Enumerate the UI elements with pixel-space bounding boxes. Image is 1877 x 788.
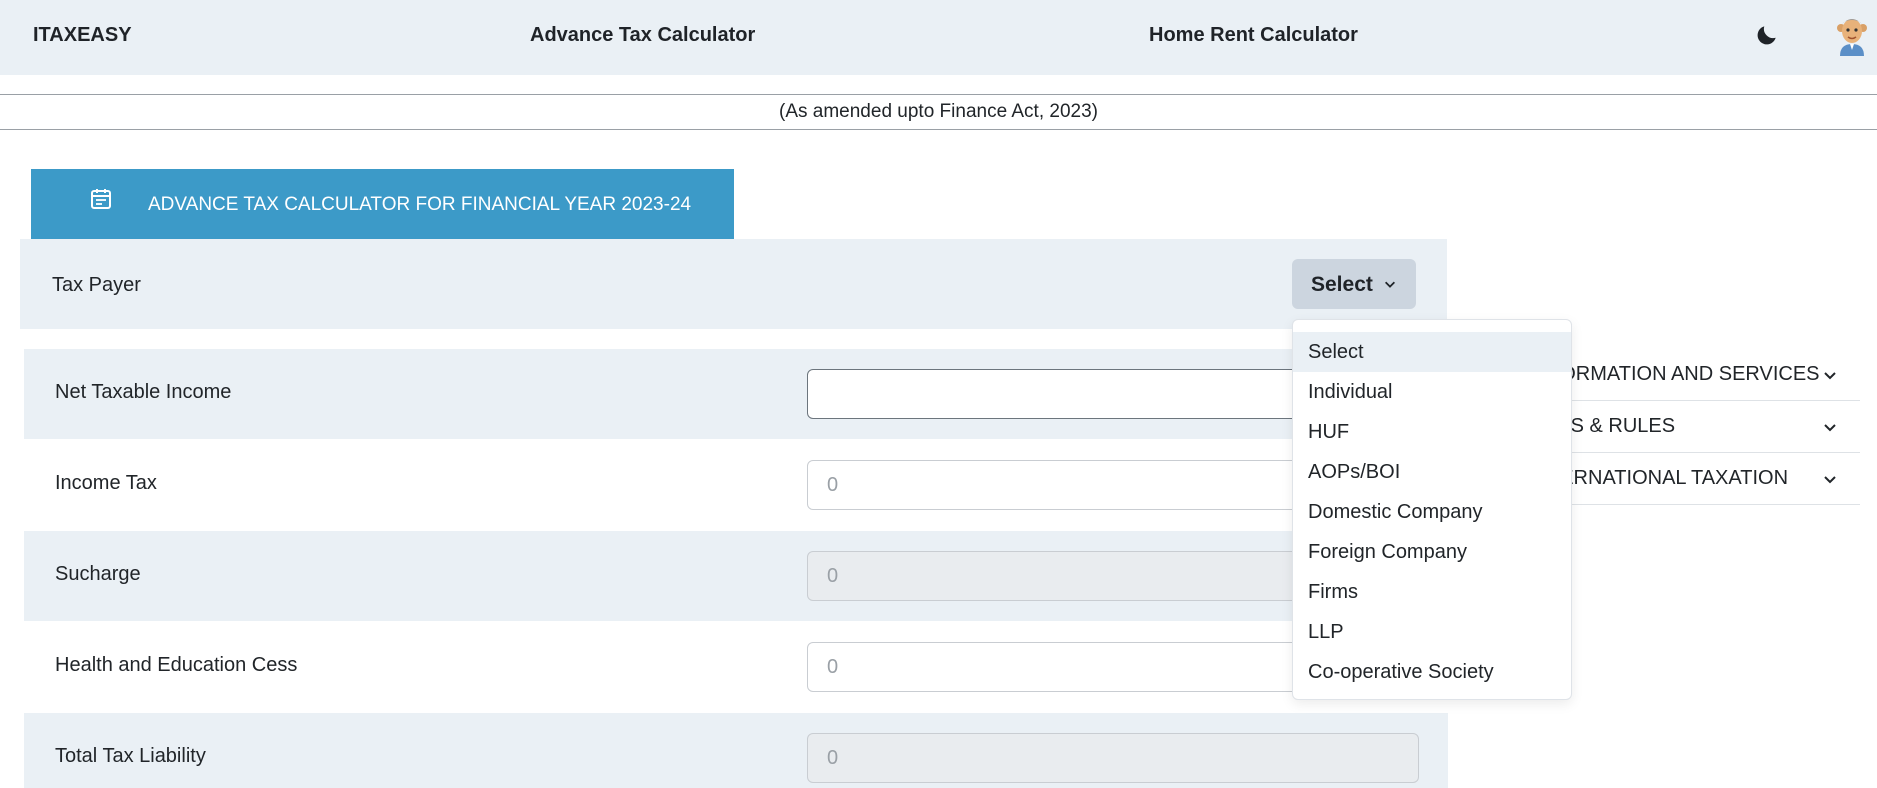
chevron-down-icon <box>1824 372 1836 380</box>
dropdown-option-select[interactable]: Select <box>1293 332 1571 372</box>
tax-payer-selected-value: Select <box>1311 273 1373 296</box>
sidebar-item-information-services[interactable]: INFORMATION AND SERVICES <box>1528 349 1860 401</box>
amendment-banner: (As amended upto Finance Act, 2023) <box>0 94 1877 130</box>
calendar-icon <box>91 189 111 209</box>
dropdown-option-cooperative-society[interactable]: Co-operative Society <box>1293 652 1571 692</box>
surcharge-row: Sucharge 0 <box>24 531 1448 621</box>
dropdown-option-domestic-company[interactable]: Domestic Company <box>1293 492 1571 532</box>
total-tax-liability-row: Total Tax Liability 0 <box>24 713 1448 788</box>
dropdown-option-huf[interactable]: HUF <box>1293 412 1571 452</box>
health-education-cess-label: Health and Education Cess <box>55 654 298 676</box>
nav-advance-tax-calculator[interactable]: Advance Tax Calculator <box>530 24 755 47</box>
income-tax-label: Income Tax <box>55 472 157 494</box>
top-navbar: ITAXEASY Advance Tax Calculator Home Ren… <box>0 0 1877 75</box>
sidebar-item-international-taxation[interactable]: INTERNATIONAL TAXATION <box>1528 453 1860 505</box>
tax-payer-row: Tax Payer Select <box>20 239 1447 329</box>
chevron-down-icon <box>1385 281 1395 288</box>
moon-icon[interactable] <box>1754 22 1780 48</box>
dropdown-option-individual[interactable]: Individual <box>1293 372 1571 412</box>
user-avatar[interactable] <box>1834 16 1870 56</box>
calculator-title: ADVANCE TAX CALCULATOR FOR FINANCIAL YEA… <box>148 194 692 215</box>
net-taxable-income-row: Net Taxable Income <box>24 349 1448 439</box>
total-tax-liability-label: Total Tax Liability <box>55 745 206 767</box>
net-taxable-income-label: Net Taxable Income <box>55 381 232 403</box>
calculator-header: ADVANCE TAX CALCULATOR FOR FINANCIAL YEA… <box>31 169 734 239</box>
dropdown-option-aops-boi[interactable]: AOPs/BOI <box>1293 452 1571 492</box>
surcharge-label: Sucharge <box>55 563 141 585</box>
dropdown-option-firms[interactable]: Firms <box>1293 572 1571 612</box>
health-education-cess-row: Health and Education Cess 0 <box>24 622 1448 712</box>
tax-payer-label: Tax Payer <box>52 274 141 296</box>
income-tax-row: Income Tax 0 <box>24 440 1448 530</box>
tax-payer-dropdown-menu: Select Individual HUF AOPs/BOI Domestic … <box>1292 319 1572 700</box>
tax-payer-select-button[interactable]: Select <box>1292 259 1416 309</box>
chevron-down-icon <box>1824 476 1836 484</box>
total-tax-liability-field: 0 <box>807 733 1419 783</box>
dropdown-option-llp[interactable]: LLP <box>1293 612 1571 652</box>
brand-logo[interactable]: ITAXEASY <box>33 24 132 47</box>
dropdown-option-foreign-company[interactable]: Foreign Company <box>1293 532 1571 572</box>
chevron-down-icon <box>1824 424 1836 432</box>
nav-home-rent-calculator[interactable]: Home Rent Calculator <box>1149 24 1358 47</box>
sidebar-item-laws-rules[interactable]: LAWS & RULES <box>1528 401 1860 453</box>
